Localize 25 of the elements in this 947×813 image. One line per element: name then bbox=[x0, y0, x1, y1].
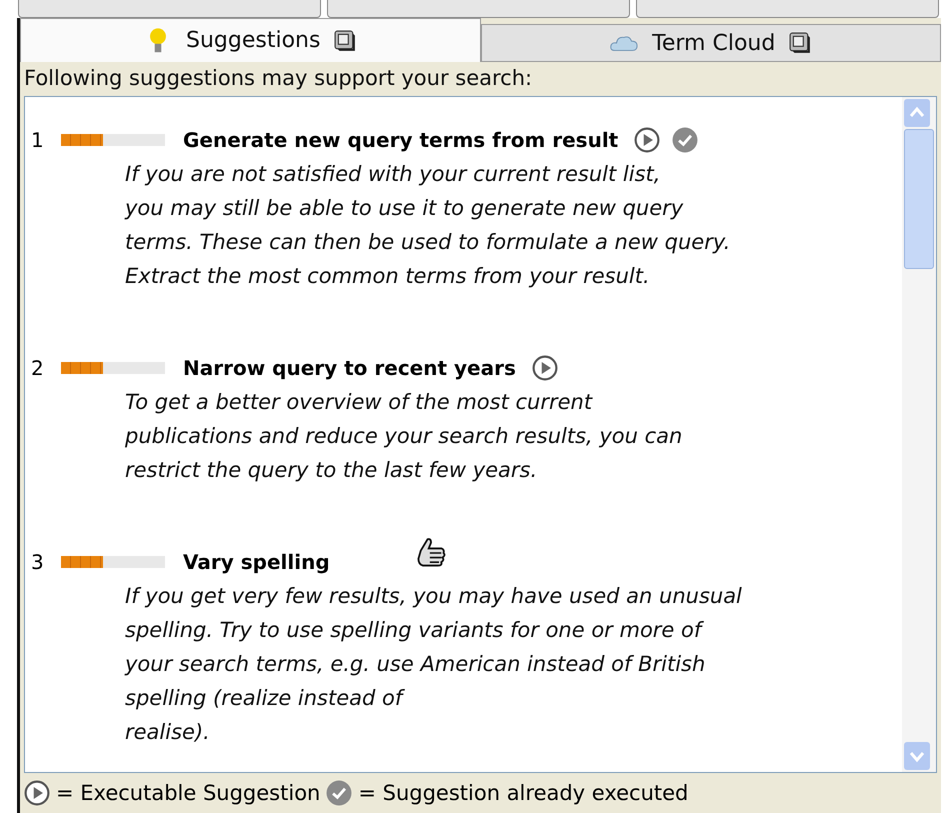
rank-number: 3 bbox=[30, 550, 45, 574]
legend-text: = Executable Suggestion bbox=[56, 781, 320, 805]
suggestion-description: To get a better overview of the most current publications and reduce your search results, you can restrict the query to the last few years. bbox=[124, 389, 684, 484]
scroll-up-icon[interactable] bbox=[904, 99, 930, 127]
check-icon bbox=[672, 127, 698, 153]
pin-icon[interactable] bbox=[334, 30, 356, 52]
suggestion-description: If you get very few results, you may have used an unusual spelling. Try to use spelling variants for one or more of your search terms, e.g. use American instead of British spelling (realize instead of realise). bbox=[124, 583, 743, 746]
check-icon bbox=[326, 780, 352, 806]
rank-number: 2 bbox=[30, 356, 45, 380]
intro-text: Following suggestions may support your search: bbox=[23, 65, 534, 92]
suggestion-title[interactable]: Generate new query terms from result bbox=[183, 128, 618, 152]
scroll-thumb[interactable] bbox=[904, 129, 934, 269]
pin-icon[interactable] bbox=[789, 32, 812, 54]
tab[interactable]: Suggestions bbox=[20, 18, 480, 62]
suggestion-title[interactable]: Vary spelling bbox=[183, 550, 330, 574]
suggestion-description: If you are not satisfied with your current result list, you may still be able to use it to generate new query terms. These can then be used to formulate a new query. Extract the most common terms from your result. bbox=[124, 161, 732, 290]
scrollbar[interactable] bbox=[902, 97, 936, 772]
suggestion-title[interactable]: Narrow query to recent years bbox=[183, 356, 516, 380]
play-icon[interactable] bbox=[532, 355, 558, 381]
play-icon[interactable] bbox=[634, 127, 660, 153]
play-icon[interactable] bbox=[24, 780, 50, 806]
tab[interactable]: Term Cloud bbox=[480, 24, 941, 62]
legend-text: = Suggestion already executed bbox=[358, 781, 688, 805]
rank-number: 1 bbox=[30, 128, 45, 152]
scroll-down-icon[interactable] bbox=[904, 742, 930, 770]
